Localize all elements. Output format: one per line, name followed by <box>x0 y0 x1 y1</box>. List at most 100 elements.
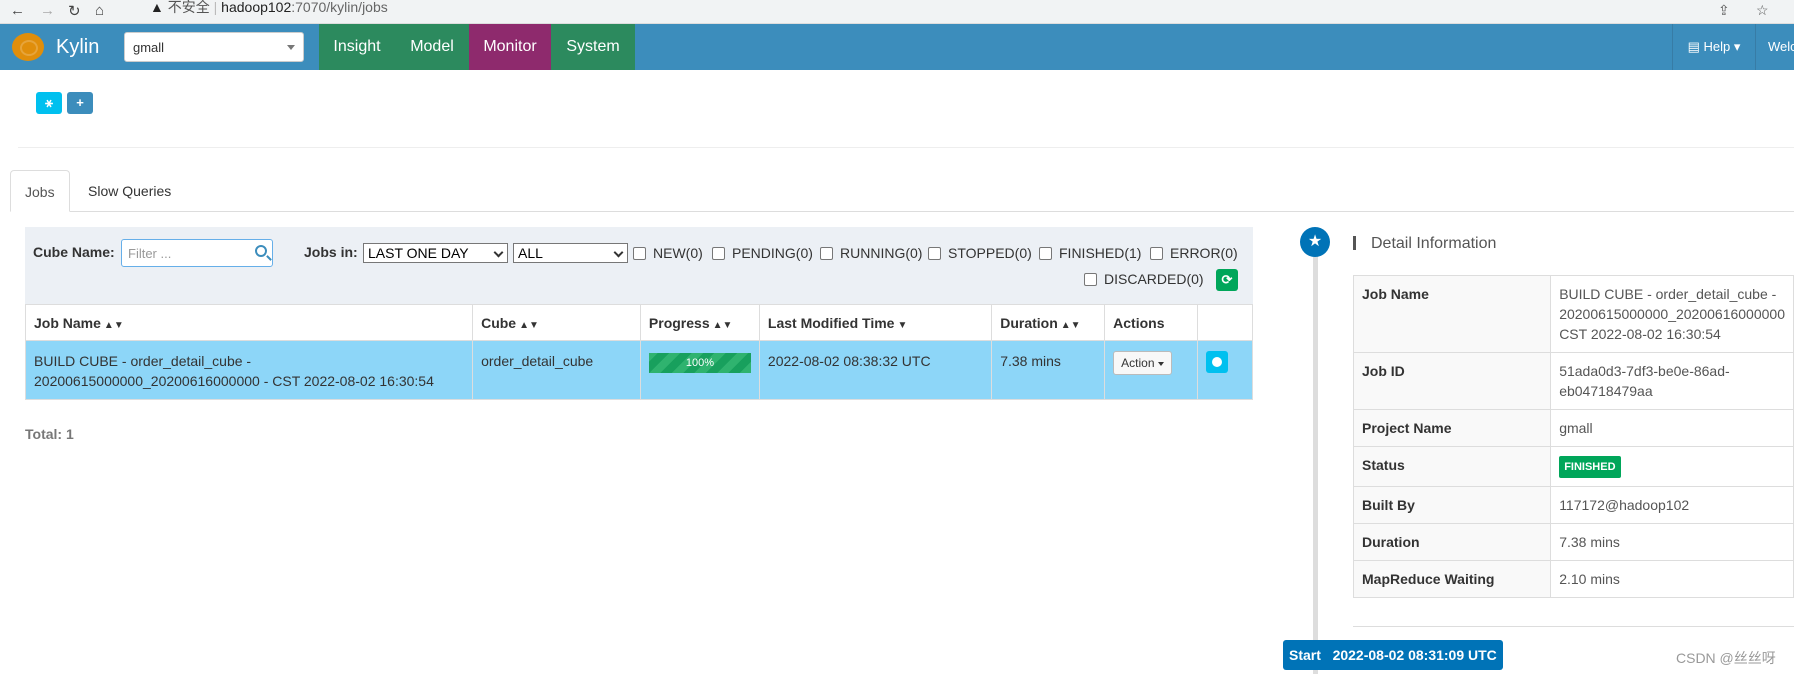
detail-value-line: eb04718479aa <box>1559 383 1653 399</box>
address-bar[interactable]: ▲ 不安全 | hadoop102:7070/kylin/jobs <box>140 0 1700 22</box>
cube-name-filter-input[interactable]: Filter ... <box>121 239 273 267</box>
detail-value-line: gmall <box>1559 420 1593 436</box>
filter-error-checkbox[interactable]: ERROR(0) <box>1150 245 1238 261</box>
checkbox[interactable] <box>820 246 833 260</box>
reload-icon[interactable]: ↻ <box>68 2 81 20</box>
sort-desc-icon: ▼ <box>897 319 908 331</box>
forward-icon[interactable]: → <box>40 2 55 19</box>
filter-pending-checkbox[interactable]: PENDING(0) <box>712 245 813 261</box>
share-icon[interactable]: ⇪ <box>1718 2 1730 19</box>
col-cube-label: Cube <box>481 314 517 331</box>
checkbox[interactable] <box>928 246 941 260</box>
sort-icon: ▲▼ <box>712 319 733 331</box>
checkbox[interactable] <box>712 246 725 260</box>
tab-slow-queries[interactable]: Slow Queries <box>74 170 185 212</box>
filter-discarded-checkbox[interactable]: DISCARDED(0) <box>1084 271 1204 287</box>
last-modified-cell: 2022-08-02 08:38:32 UTC <box>758 340 993 400</box>
book-icon: ▤ <box>1687 39 1700 54</box>
search-icon[interactable] <box>255 245 267 257</box>
col-duration[interactable]: Duration ▲▼ <box>991 304 1106 341</box>
table-row[interactable]: BUILD CUBE - order_detail_cube - 2020061… <box>24 340 1253 400</box>
status-badge: FINISHED <box>1559 456 1621 478</box>
detail-title-text: Detail Information <box>1371 235 1497 252</box>
tab-jobs[interactable]: Jobs <box>10 170 70 212</box>
detail-value-line: 2.10 mins <box>1559 571 1620 587</box>
chevron-down-icon <box>493 247 504 258</box>
job-name-line: 20200615000000_20200616000000 - CST 2022… <box>34 373 434 389</box>
nav-tab-monitor[interactable]: Monitor <box>469 24 551 70</box>
filter-finished-checkbox[interactable]: FINISHED(1) <box>1039 245 1141 261</box>
timeline-start-time: 2022-08-02 08:31:09 UTC <box>1332 647 1497 663</box>
warning-icon: ▲ <box>150 0 164 15</box>
checkbox[interactable] <box>1084 272 1097 286</box>
col-duration-label: Duration <box>1000 314 1058 331</box>
checkbox[interactable] <box>633 246 646 260</box>
detail-value-line: CST 2022-08-02 16:30:54 <box>1559 326 1721 342</box>
filter-pending-label: PENDING(0) <box>732 245 813 261</box>
col-info <box>1197 304 1253 341</box>
nav-tab-system[interactable]: System <box>551 24 635 70</box>
filter-running-checkbox[interactable]: RUNNING(0) <box>820 245 922 261</box>
filter-discarded-label: DISCARDED(0) <box>1104 271 1204 287</box>
col-progress[interactable]: Progress ▲▼ <box>639 304 760 341</box>
job-detail-button[interactable] <box>1206 351 1229 373</box>
detail-table: Job Name BUILD CUBE - order_detail_cube -… <box>1352 275 1794 598</box>
cube-cell: order_detail_cube <box>472 340 641 400</box>
jobs-in-label: Jobs in: <box>304 244 358 260</box>
share-nodes-button[interactable]: ⚹ <box>36 92 62 114</box>
checkbox[interactable] <box>1039 246 1052 260</box>
bookmark-star-icon[interactable]: ☆ <box>1756 2 1769 19</box>
sort-amount-icon <box>1353 236 1367 250</box>
detail-key: Job Name <box>1352 275 1552 353</box>
home-icon[interactable]: ⌂ <box>95 2 104 19</box>
detail-row: MapReduce Waiting 2.10 mins <box>1352 560 1794 598</box>
project-select[interactable]: gmall <box>124 32 304 62</box>
checkbox[interactable] <box>1150 246 1163 260</box>
security-warning: 不安全 <box>167 0 210 15</box>
divider <box>18 147 1794 148</box>
nav-tab-insight[interactable]: Insight <box>319 24 395 70</box>
filter-finished-label: FINISHED(1) <box>1059 245 1142 261</box>
filter-stopped-label: STOPPED(0) <box>948 245 1032 261</box>
filter-new-checkbox[interactable]: NEW(0) <box>633 245 703 261</box>
detail-key: MapReduce Waiting <box>1352 560 1552 598</box>
job-scope-select[interactable]: ALL <box>513 243 628 263</box>
caret-down-icon: ▾ <box>1733 39 1741 54</box>
col-cube[interactable]: Cube ▲▼ <box>472 304 641 341</box>
detail-key: Status <box>1352 446 1552 487</box>
timeline-line <box>1313 245 1318 674</box>
filter-stopped-checkbox[interactable]: STOPPED(0) <box>928 245 1032 261</box>
col-last-modified-label: Last Modified Time <box>767 314 895 331</box>
detail-key: Job ID <box>1352 352 1552 410</box>
time-range-select[interactable]: LAST ONE DAY <box>363 243 508 263</box>
detail-value: 117172@hadoop102 <box>1550 486 1794 524</box>
help-menu[interactable]: ▤ Help ▾ <box>1672 24 1756 70</box>
brand[interactable]: Kylin <box>12 24 122 70</box>
detail-value-line: BUILD CUBE - order_detail_cube - <box>1559 286 1777 302</box>
nav-tab-model[interactable]: Model <box>395 24 469 70</box>
timeline-start-badge: Start 2022-08-02 08:31:09 UTC <box>1283 640 1503 670</box>
add-button[interactable]: + <box>67 92 93 114</box>
action-dropdown-button[interactable]: Action <box>1113 351 1172 375</box>
duration-cell: 7.38 mins <box>991 340 1106 400</box>
col-last-modified[interactable]: Last Modified Time ▼ <box>758 304 993 341</box>
cube-name-label: Cube Name: <box>33 244 115 260</box>
col-job-name[interactable]: Job Name ▲▼ <box>24 304 474 341</box>
filter-running-label: RUNNING(0) <box>840 245 923 261</box>
timeline-start-label: Start <box>1289 647 1321 663</box>
actions-cell: Action <box>1104 340 1199 400</box>
detail-value: 51ada0d3-7df3-be0e-86ad-eb04718479aa <box>1550 352 1794 410</box>
detail-row: Job Name BUILD CUBE - order_detail_cube -… <box>1352 275 1794 353</box>
help-label: Help <box>1703 39 1731 54</box>
refresh-button[interactable]: ⟳ <box>1216 269 1238 291</box>
progress-bar: 100% <box>648 353 751 373</box>
kylin-logo-icon <box>12 33 44 61</box>
back-icon[interactable]: ← <box>10 2 25 19</box>
detail-value: BUILD CUBE - order_detail_cube - 20200615… <box>1550 275 1794 353</box>
col-actions: Actions <box>1104 304 1199 341</box>
welcome-user[interactable]: Welc <box>1768 24 1794 70</box>
col-job-name-label: Job Name <box>34 314 101 331</box>
detail-row: Status FINISHED <box>1352 446 1794 487</box>
star-icon: ★ <box>1300 227 1330 257</box>
job-name-cell: BUILD CUBE - order_detail_cube - 2020061… <box>24 340 474 400</box>
